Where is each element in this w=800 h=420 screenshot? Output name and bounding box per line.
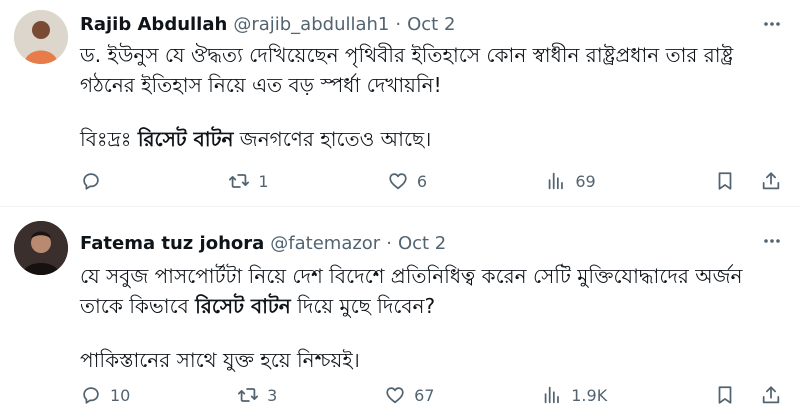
repost-count: 1	[258, 171, 269, 191]
avatar[interactable]	[14, 10, 68, 64]
tweet-paragraph: পাকিস্তানের সাথে যুক্ত হয়ে নিশ্চয়ই।	[80, 348, 360, 372]
repost-button[interactable]: 3	[237, 384, 277, 406]
tweet[interactable]: Fatema tuz johora @fatemazor · Oct 2 যে …	[0, 207, 800, 420]
like-count: 6	[416, 171, 427, 191]
bookmark-icon	[718, 386, 732, 404]
share-icon	[762, 386, 780, 404]
reply-button[interactable]	[80, 170, 110, 192]
views-button[interactable]: 69	[545, 170, 596, 192]
tweet-header: Fatema tuz johora @fatemazor · Oct 2	[80, 231, 740, 255]
like-button[interactable]: 67	[384, 384, 434, 406]
action-bar: 10 3 67 1.9K	[80, 382, 784, 408]
tweet-text: ড. ইউনুস যে ঔদ্ধত্য দেখিয়েছেন পৃথিবীর ই…	[80, 40, 772, 154]
bookmark-button[interactable]	[714, 170, 738, 192]
author-name[interactable]: Rajib Abdullah	[80, 14, 227, 35]
tweet-paragraph: যে সবুজ পাসপোর্টটা নিয়ে দেশ বিদেশে প্রত…	[80, 261, 772, 321]
author-name[interactable]: Fatema tuz johora	[80, 233, 264, 254]
author-handle[interactable]: @rajib_abdullah1	[233, 14, 389, 35]
bold-text: রিসেট বাটন	[195, 294, 291, 318]
repost-icon	[229, 174, 250, 188]
tweet-header: Rajib Abdullah @rajib_abdullah1 · Oct 2	[80, 12, 740, 36]
text-span: দিয়ে মুছে দিবেন?	[290, 294, 436, 318]
bookmark-button[interactable]	[714, 384, 738, 406]
tweet-date[interactable]: Oct 2	[407, 14, 455, 35]
author-handle[interactable]: @fatemazor	[270, 233, 380, 254]
like-button[interactable]: 6	[387, 170, 427, 192]
share-button[interactable]	[760, 170, 784, 192]
tweet-text: যে সবুজ পাসপোর্টটা নিয়ে দেশ বিদেশে প্রত…	[80, 261, 772, 375]
tweet-date[interactable]: Oct 2	[398, 233, 446, 254]
tweet-paragraph: ড. ইউনুস যে ঔদ্ধত্য দেখিয়েছেন পৃথিবীর ই…	[80, 43, 734, 97]
views-icon	[544, 386, 560, 404]
like-icon	[386, 387, 404, 404]
separator: ·	[386, 232, 392, 254]
reply-icon	[83, 387, 99, 404]
action-group	[714, 384, 784, 406]
more-icon[interactable]	[760, 229, 784, 253]
tweet-paragraph: বিঃদ্রঃ রিসেট বাটন জনগণের হাতেও আছে।	[80, 124, 772, 154]
bold-text: রিসেট বাটন	[137, 127, 234, 151]
more-icon[interactable]	[760, 12, 784, 36]
views-count: 69	[575, 171, 596, 191]
separator: ·	[395, 13, 402, 35]
views-button[interactable]: 1.9K	[541, 384, 607, 406]
text-span: জনগণের হাতেও আছে।	[233, 127, 432, 151]
avatar[interactable]	[14, 221, 68, 275]
reply-count: 10	[110, 385, 131, 405]
action-bar: 1 6 69	[80, 168, 784, 194]
action-group	[714, 170, 784, 192]
tweet[interactable]: Rajib Abdullah @rajib_abdullah1 · Oct 2 …	[0, 0, 800, 207]
like-count: 67	[414, 385, 435, 405]
repost-count: 3	[267, 385, 278, 405]
text-span: বিঃদ্রঃ	[80, 127, 138, 151]
bookmark-icon	[718, 172, 732, 190]
repost-icon	[238, 388, 259, 402]
share-icon	[762, 172, 780, 190]
views-count: 1.9K	[571, 385, 608, 405]
views-icon	[549, 172, 564, 190]
repost-button[interactable]: 1	[228, 170, 269, 192]
reply-button[interactable]: 10	[80, 384, 130, 406]
reply-icon	[83, 173, 99, 190]
like-icon	[389, 173, 407, 190]
share-button[interactable]	[760, 384, 784, 406]
